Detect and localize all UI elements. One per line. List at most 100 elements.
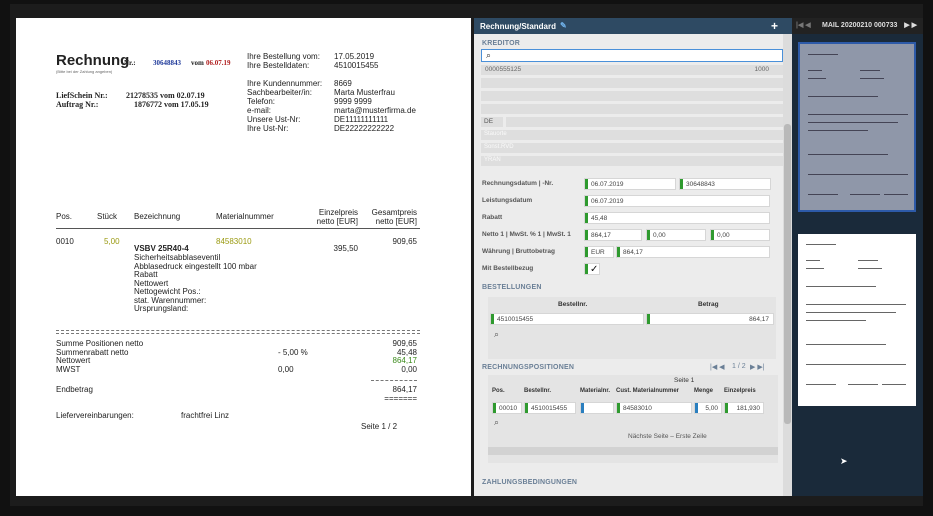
col-einzelpreis: Einzelpreis: [318, 208, 358, 217]
row-unit-price: 395,50: [333, 244, 358, 253]
best-col-bestellnr: Bestellnr.: [558, 301, 588, 308]
field-v2[interactable]: 30648843: [679, 178, 771, 190]
rp-cell-value: 84583010: [623, 405, 652, 412]
col-materialnummer: Materialnummer: [216, 212, 274, 221]
edit-pencil-icon[interactable]: ✎: [560, 21, 567, 30]
field-v3[interactable]: 0,00: [710, 229, 770, 241]
field-v1[interactable]: 45,48: [584, 212, 770, 224]
table-header-rule: [56, 228, 420, 229]
thumbnail-page-1[interactable]: [798, 42, 916, 212]
country-field: DE: [481, 117, 503, 127]
info-label: e-mail:: [247, 106, 272, 115]
form-row-label: Rabatt: [482, 214, 503, 221]
field-value: 06.07.2019: [591, 198, 624, 205]
thumbnail-text-line: [806, 384, 836, 385]
rp-col-header: Bestellnr.: [524, 388, 552, 394]
ghost-row-label: Stauorte: [484, 131, 507, 137]
field-value: 864,17: [623, 249, 643, 256]
thumbnail-text-line: [884, 194, 908, 195]
form-row-label: Leistungsdatum: [482, 197, 533, 204]
positions-table: Seite 1 Pos. Bestellnr. Materialnr. Cust. M…: [488, 375, 778, 463]
form-row-label: Mit Bestellbezug: [482, 265, 534, 272]
field-value: 06.07.2019: [591, 181, 624, 188]
section-bestellungen: BESTELLUNGEN: [482, 284, 542, 291]
viewer-next-icon[interactable]: ▶ ▶: [904, 21, 917, 29]
best-betrag-field[interactable]: 864,17: [646, 313, 774, 325]
thumbnail-text-line: [806, 286, 876, 287]
kreditor-row-4: [481, 104, 783, 114]
field-v1[interactable]: 864,17: [584, 229, 642, 241]
field-v1[interactable]: ✓: [584, 263, 600, 275]
section-zahlungsbedingungen: ZAHLUNGSBEDINGUNGEN: [482, 479, 578, 486]
rp-search-icon[interactable]: ⌕: [494, 417, 499, 428]
col-gesamtpreis: Gesamtpreis: [371, 208, 417, 217]
field-v2[interactable]: 0,00: [646, 229, 706, 241]
field-value: 45,48: [591, 215, 608, 222]
kreditor-num: 1000: [754, 66, 769, 73]
page-viewer: |◀ ◀ MAIL 20200210 000733 ▶ ▶ ➤: [792, 18, 923, 496]
row-detail-line: Ursprungsland:: [134, 304, 189, 313]
rp-cell[interactable]: 4510015455: [524, 402, 576, 414]
rp-col-header: Cust. Materialnummer: [616, 388, 680, 394]
ghost-row: YRAN: [481, 156, 783, 166]
best-search-icon[interactable]: ⌕: [494, 329, 499, 340]
row-qty: 5,00: [104, 237, 120, 246]
ghost-row: Sonst.RVD: [481, 143, 783, 153]
invoice-subnote: (Bitte bei der Zahlung angeben): [56, 69, 113, 74]
rp-cell-value: 181,930: [736, 405, 761, 412]
col-einzelpreis-unit: netto [EUR]: [316, 217, 358, 226]
best-bestellnr-field[interactable]: 4510015455: [490, 313, 644, 325]
summary-value: 0,00: [401, 364, 417, 374]
add-plus-icon[interactable]: +: [771, 19, 778, 33]
scrollbar-thumb[interactable]: [784, 124, 791, 424]
invoice-date: 06.07.19: [206, 59, 231, 67]
summary-subtotal-rule: [371, 380, 417, 381]
kreditor-search-input[interactable]: ⌕: [481, 49, 783, 62]
end-label: Endbetrag: [56, 385, 93, 394]
form-row-label: Rechnungsdatum | -Nr.: [482, 180, 554, 187]
info-value: Marta Musterfrau: [334, 88, 395, 97]
rp-cell-value: 4510015455: [531, 405, 568, 412]
thumbnail-text-line: [808, 114, 908, 115]
field-v1[interactable]: 06.07.2019: [584, 178, 676, 190]
rp-cell[interactable]: [580, 402, 614, 414]
form-header: Rechnung/Standard ✎ +: [474, 18, 792, 34]
rp-cell[interactable]: 181,930: [724, 402, 764, 414]
viewer-first-icon[interactable]: |◀ ◀: [796, 21, 811, 29]
thumbnail-text-line: [858, 268, 882, 269]
form-scrollbar[interactable]: [783, 34, 792, 496]
field-v2[interactable]: 864,17: [616, 246, 770, 258]
liefer-label: Liefervereinbarungen:: [56, 411, 134, 420]
auftrag-label: Auftrag Nr.:: [56, 100, 99, 109]
pager-next-icon[interactable]: ▶ ▶|: [750, 363, 765, 371]
kreditor-row-2: [481, 78, 783, 88]
rp-cell[interactable]: 5,00: [694, 402, 722, 414]
rp-cell[interactable]: 84583010: [616, 402, 692, 414]
thumbnail-text-line: [860, 70, 880, 71]
lieferschein-label: LiefSchein Nr.:: [56, 91, 108, 100]
info-label: Ihre Ust-Nr:: [247, 124, 289, 133]
field-v1[interactable]: EUR: [584, 246, 614, 258]
rp-cell-value: 00010: [499, 405, 518, 412]
row-total-price: 909,65: [392, 237, 417, 246]
thumbnail-text-line: [806, 268, 824, 269]
section-kreditor: KREDITOR: [482, 40, 521, 47]
invoice-nr-label: Nr.:: [124, 59, 136, 67]
kreditor-row[interactable]: 0000555125 1000: [481, 65, 783, 75]
thumbnail-text-line: [806, 344, 886, 345]
thumbnail-page-2[interactable]: [798, 234, 916, 406]
rp-next-page[interactable]: Nächste Seite – Erste Zeile: [628, 433, 707, 440]
rp-col-header: Pos.: [492, 388, 505, 394]
rp-cell[interactable]: 00010: [492, 402, 522, 414]
pager-first-icon[interactable]: |◀ ◀: [710, 363, 725, 371]
section-rechnungspositionen: RECHNUNGSPOSITIONEN: [482, 364, 575, 371]
lieferschein-value: 21278535 vom 02.07.19: [126, 91, 205, 100]
summary-pct: 0,00: [278, 364, 294, 374]
end-underline: =======: [384, 394, 417, 403]
info-value: 9999 9999: [334, 97, 372, 106]
field-value: 30648843: [686, 181, 715, 188]
summary-rule: [56, 330, 420, 331]
info-value: 4510015455: [334, 61, 379, 70]
app-window: Rechnung Nr.: 30648843 vom 06.07.19 (Bit…: [10, 4, 923, 506]
field-v1[interactable]: 06.07.2019: [584, 195, 770, 207]
